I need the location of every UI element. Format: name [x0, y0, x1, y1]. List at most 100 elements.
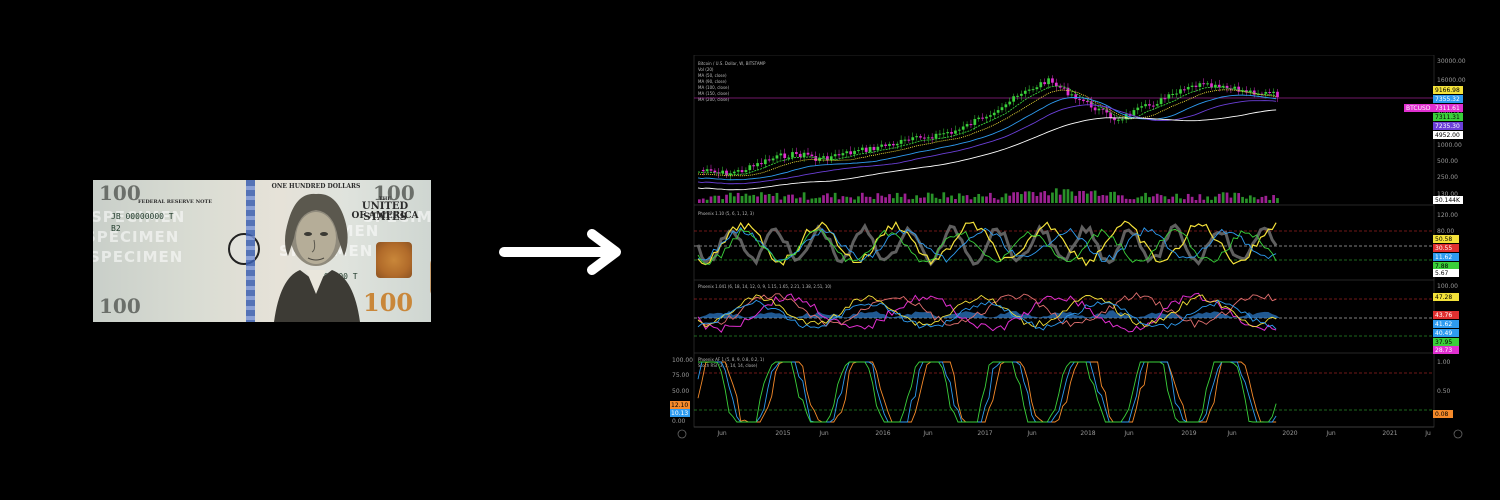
- volume-bar: [822, 195, 825, 203]
- settings-icon[interactable]: [677, 429, 687, 439]
- pane2-badge-label: 11.62: [1435, 254, 1452, 261]
- stoch-rsi-axis[interactable]: 100.0075.0050.0025.000.001.000.5012.1010…: [670, 357, 1453, 425]
- volume-bar: [1237, 193, 1241, 203]
- phoenix-axis[interactable]: 120.0080.0020.0050.5830.5511.627.885.67: [1433, 212, 1459, 277]
- candle: [1023, 90, 1027, 94]
- volume-bar: [892, 198, 895, 203]
- ma-100-line: [697, 94, 1277, 181]
- volume-bar: [1186, 193, 1190, 203]
- candle: [748, 165, 752, 171]
- volume-bar: [744, 193, 748, 203]
- pane4-left-tick: 0.00: [672, 418, 686, 425]
- candle: [771, 158, 775, 161]
- volume-bar: [1070, 191, 1074, 203]
- candle: [876, 146, 880, 151]
- legend-line: MA (100, close): [698, 85, 730, 90]
- denomination-bottom-right: 100: [363, 288, 414, 317]
- volume-bar: [961, 195, 965, 203]
- volume-bar: [814, 198, 818, 203]
- volume-bar: [1190, 196, 1194, 203]
- volume-bar: [1124, 198, 1128, 203]
- candle: [989, 115, 992, 117]
- volume-bar: [740, 196, 744, 203]
- candle: [1233, 86, 1237, 89]
- candle: [740, 170, 744, 173]
- candle: [853, 150, 856, 155]
- volume-bar: [946, 197, 950, 203]
- candle: [798, 153, 802, 158]
- candle: [1155, 104, 1159, 106]
- volume-bar: [907, 199, 911, 203]
- stoch-rsi-pane[interactable]: [694, 361, 1434, 423]
- price-axis[interactable]: 30000.0016000.004000.001000.00500.00250.…: [1404, 58, 1466, 204]
- volume-bar: [864, 196, 868, 203]
- legend-line: MA (150, close): [698, 91, 730, 96]
- candle: [864, 147, 868, 152]
- candle: [1054, 82, 1058, 87]
- security-ribbon: [246, 180, 255, 322]
- candle: [860, 147, 864, 151]
- volume-bar: [1167, 199, 1171, 203]
- price-tick-label: 1000.00: [1437, 142, 1462, 149]
- volume-bar: [1113, 191, 1116, 203]
- legend-line: Bitcoin / U.S. Dollar, W, BITSTAMP: [698, 61, 766, 66]
- candle: [996, 110, 1000, 113]
- volume-bar: [1047, 195, 1050, 203]
- candle: [1043, 82, 1047, 85]
- time-axis[interactable]: Jun 2015 Jun 2016 Jun 2017 Jun 2018 Jun 2019 Jun 20…: [716, 430, 1431, 437]
- candle: [1179, 89, 1182, 94]
- volume-bar: [818, 197, 821, 203]
- volume-bar: [1210, 199, 1213, 203]
- time-tick-label: Ju: [1424, 430, 1431, 437]
- candle: [938, 133, 942, 135]
- candle: [791, 152, 794, 158]
- pane2-tick-label: 120.00: [1437, 212, 1458, 219]
- yellow-line: [697, 294, 1277, 328]
- volume-bar: [1086, 193, 1089, 203]
- volume-bar: [705, 199, 709, 203]
- time-tick-label: Jun: [1026, 430, 1037, 437]
- candle: [1159, 98, 1163, 105]
- inkwell-watermark: [430, 258, 431, 296]
- candle: [1020, 93, 1023, 96]
- volume-bar: [996, 199, 1000, 203]
- candle: [1008, 101, 1012, 105]
- volume-bar: [1272, 195, 1275, 203]
- auto-scale-icon[interactable]: [1453, 429, 1463, 439]
- candle: [923, 137, 926, 139]
- pane4-right-tick: 0.50: [1437, 388, 1451, 395]
- pane3-badge-label: 40.49: [1435, 330, 1452, 337]
- volume-bar: [845, 196, 849, 203]
- candle: [756, 163, 759, 167]
- pane2-badge-label: 30.55: [1435, 245, 1452, 252]
- candle: [1167, 94, 1171, 99]
- pane4-left-badge-label: 12.10: [671, 402, 688, 409]
- candle: [934, 133, 938, 139]
- price-pane[interactable]: [694, 75, 1434, 203]
- volume-bar: [806, 199, 810, 203]
- candle: [1093, 107, 1097, 111]
- volume-bar: [729, 192, 732, 203]
- volume-bar: [1004, 193, 1008, 203]
- pane2-badge-label: 5.67: [1435, 270, 1449, 277]
- volume-bar: [911, 198, 915, 203]
- candle: [732, 171, 736, 174]
- candle: [1140, 106, 1144, 108]
- volume-bar: [795, 198, 798, 203]
- phoenix-ext-axis[interactable]: 100.000.0047.2843.7641.6240.4937.9528.73: [1433, 283, 1459, 354]
- phoenix-pane[interactable]: [694, 220, 1434, 267]
- chart-canvas[interactable]: Bitcoin / U.S. Dollar, W, BITSTAMP Vol (…: [670, 55, 1470, 447]
- volume-bar: [930, 193, 934, 203]
- volume-bar: [779, 199, 783, 203]
- volume-bar: [1194, 199, 1198, 203]
- candle: [810, 154, 814, 157]
- phoenix-ext-pane[interactable]: [694, 292, 1434, 337]
- candle: [795, 152, 798, 154]
- trading-chart[interactable]: Bitcoin / U.S. Dollar, W, BITSTAMP Vol (…: [670, 55, 1470, 447]
- candle: [1035, 87, 1039, 90]
- candle: [1171, 93, 1175, 95]
- pane2-badge-label: 7.88: [1435, 263, 1449, 270]
- candle: [1078, 99, 1081, 101]
- volume-bar: [701, 198, 705, 203]
- volume-bar: [756, 196, 759, 203]
